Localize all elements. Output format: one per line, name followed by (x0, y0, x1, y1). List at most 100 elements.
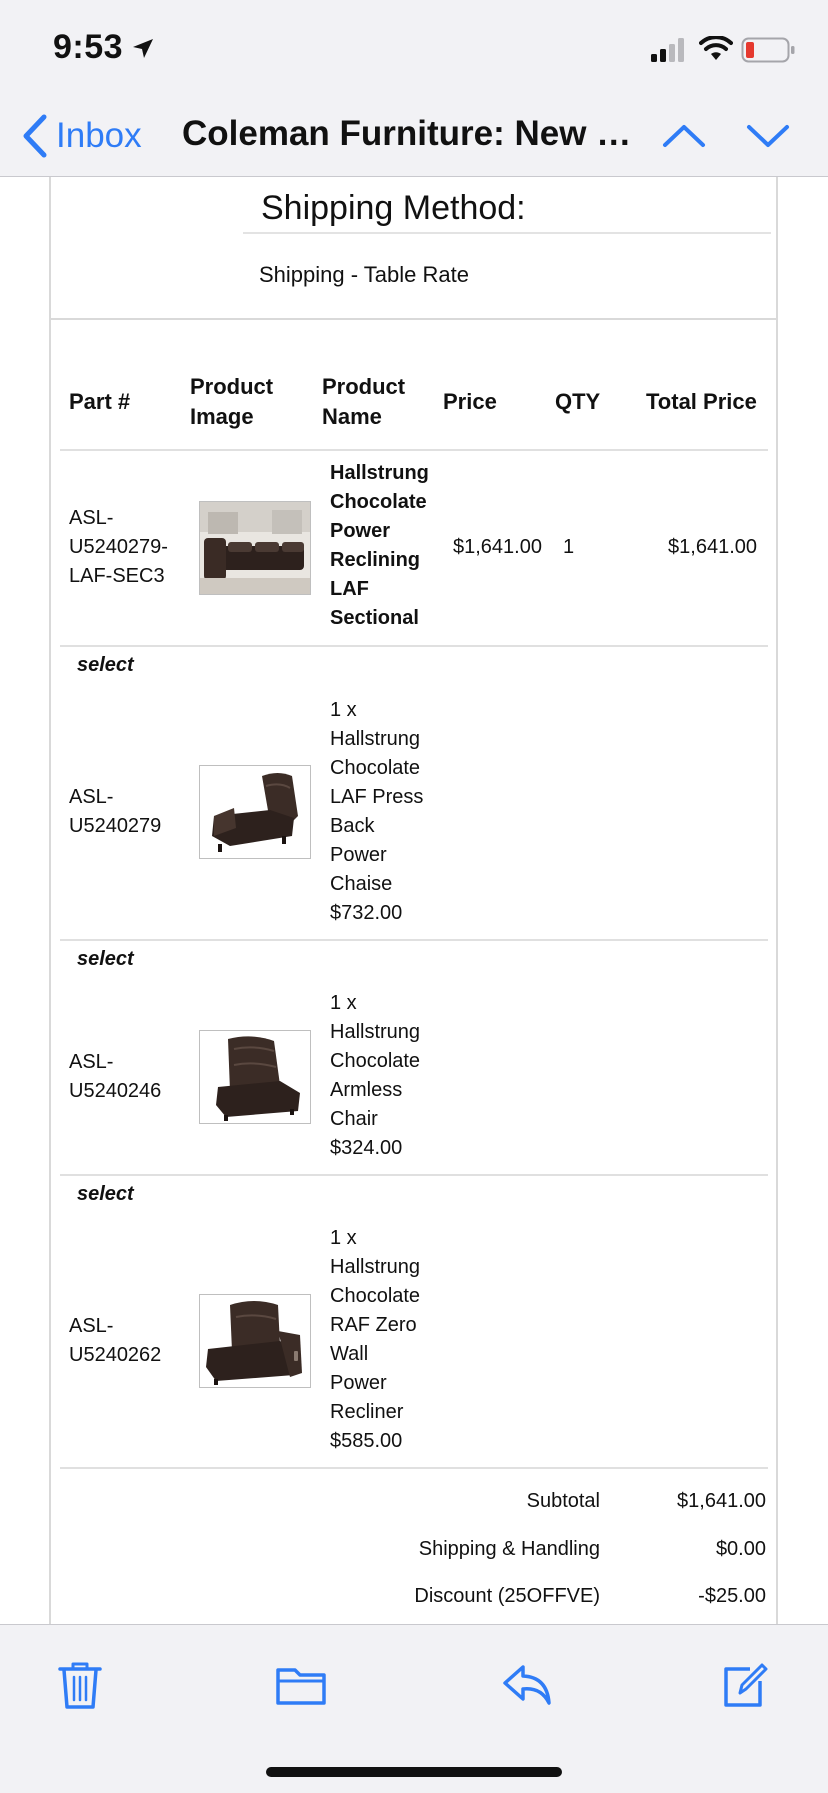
main-item-part-number: ASL- U5240279- LAF-SEC3 (69, 504, 168, 591)
text-line: LAF Press (330, 786, 424, 808)
back-label: Inbox (56, 116, 142, 155)
folder-icon (276, 1668, 326, 1705)
text-line: U5240246 (69, 1080, 162, 1102)
text-line: ASL- (69, 1315, 114, 1337)
header-qty: QTY (555, 389, 601, 414)
compose-icon (724, 1663, 768, 1707)
text-line: Power (330, 1372, 387, 1394)
text-line: Chocolate (330, 1050, 421, 1072)
sub-item-part-number: ASL- U5240246 (69, 1048, 161, 1106)
text-line: Hallstrung (330, 728, 421, 750)
select-label: select (77, 1183, 134, 1205)
main-item-price: $1,641.00 (453, 536, 542, 558)
discount-label: Discount (25OFFVE) (414, 1585, 600, 1607)
header-total-price: Total Price (646, 389, 757, 414)
sub-item-part-number: ASL- U5240262 (69, 1312, 161, 1370)
divider (60, 1174, 768, 1176)
previous-message-button[interactable] (654, 108, 714, 164)
text-line: $585.00 (330, 1430, 403, 1452)
sectional-thumbnail[interactable] (199, 501, 311, 595)
delete-button[interactable] (50, 1655, 110, 1715)
text-line: LAF (330, 578, 369, 600)
text-line: ASL- (69, 1051, 114, 1073)
text-line: ASL- (69, 507, 114, 529)
sub-item-part-number: ASL- U5240279 (69, 783, 161, 841)
status-time: 9:53 (53, 28, 124, 66)
header-product-name: Product Name (322, 372, 405, 432)
divider (60, 645, 768, 647)
recliner-thumbnail[interactable] (199, 1294, 311, 1388)
header-part: Part # (69, 389, 131, 414)
email-subject-title: Coleman Furniture: New Or... (182, 114, 652, 153)
cellular-signal-icon (651, 38, 684, 62)
text-line: Chair (330, 1108, 378, 1130)
sectional-icon (200, 502, 310, 594)
subtotal-label: Subtotal (526, 1490, 600, 1512)
recliner-icon (200, 1295, 310, 1387)
subtotal-value: $1,641.00 (677, 1490, 766, 1512)
home-indicator[interactable] (266, 1767, 562, 1777)
text-line: Power (330, 520, 391, 542)
text-line: Sectional (330, 607, 419, 629)
text-line: Back (330, 815, 375, 837)
sub-item-description: 1 x Hallstrung Chocolate RAF Zero Wall P… (330, 1224, 420, 1456)
sub-item-description: 1 x Hallstrung Chocolate LAF Press Back … (330, 696, 423, 928)
armless-chair-thumbnail[interactable] (199, 1030, 311, 1124)
header-line: Image (190, 404, 254, 429)
main-item-qty: 1 (563, 536, 575, 558)
text-line: Hallstrung (330, 1021, 421, 1043)
divider (60, 1467, 768, 1469)
reply-icon (503, 1665, 551, 1705)
text-line: Chocolate (330, 491, 427, 513)
divider (243, 232, 771, 234)
location-arrow-icon (133, 39, 153, 58)
discount-value: -$25.00 (698, 1585, 766, 1607)
compose-button[interactable] (714, 1655, 774, 1715)
text-line: 1 x (330, 992, 357, 1014)
main-item-name: Hallstrung Chocolate Power Reclining LAF… (330, 459, 429, 633)
text-line: $732.00 (330, 902, 403, 924)
main-item-total: $1,641.00 (668, 536, 757, 558)
divider (60, 939, 768, 941)
reply-button[interactable] (497, 1655, 557, 1715)
text-line: Chocolate (330, 757, 421, 779)
text-line: Armless (330, 1079, 403, 1101)
header-line: Name (322, 404, 382, 429)
chaise-icon (200, 766, 310, 858)
text-line: U5240279 (69, 815, 162, 837)
select-label: select (77, 654, 134, 676)
back-to-inbox-button[interactable]: Inbox (22, 108, 142, 164)
divider (60, 449, 768, 451)
header-line: Product (322, 374, 406, 399)
text-line: RAF Zero (330, 1314, 417, 1336)
text-line: Chocolate (330, 1285, 421, 1307)
text-line: Hallstrung (330, 1256, 421, 1278)
select-label: select (77, 948, 134, 970)
text-line: ASL- (69, 786, 114, 808)
email-body[interactable]: Shipping Method: Shipping - Table Rate P… (0, 177, 828, 1625)
chevron-down-icon (747, 125, 789, 147)
text-line: 1 x (330, 699, 357, 721)
text-line: 1 x (330, 1227, 357, 1249)
shipping-method-heading: Shipping Method: (261, 189, 526, 227)
shipping-method-value: Shipping - Table Rate (259, 262, 469, 287)
status-bar: 9:53 (0, 0, 828, 96)
mail-nav-bar: Inbox Coleman Furniture: New Or... (0, 96, 828, 177)
trash-icon (58, 1662, 102, 1709)
move-to-folder-button[interactable] (271, 1655, 331, 1715)
text-line: Hallstrung (330, 462, 429, 484)
shipping-handling-value: $0.00 (715, 1538, 766, 1560)
text-line: Chaise (330, 873, 393, 895)
next-message-button[interactable] (738, 108, 798, 164)
shipping-method-box: Shipping Method: Shipping - Table Rate (49, 177, 778, 320)
chevron-up-icon (663, 125, 705, 147)
armless-chair-icon (200, 1031, 310, 1123)
text-line: $324.00 (330, 1137, 403, 1159)
text-line: Reclining (330, 549, 421, 571)
chevron-left-icon (23, 114, 47, 158)
chaise-thumbnail[interactable] (199, 765, 311, 859)
header-line: Product (190, 374, 274, 399)
text-line: LAF-SEC3 (69, 565, 165, 587)
text-line: Wall (330, 1343, 369, 1365)
sub-item-description: 1 x Hallstrung Chocolate Armless Chair $… (330, 989, 420, 1163)
